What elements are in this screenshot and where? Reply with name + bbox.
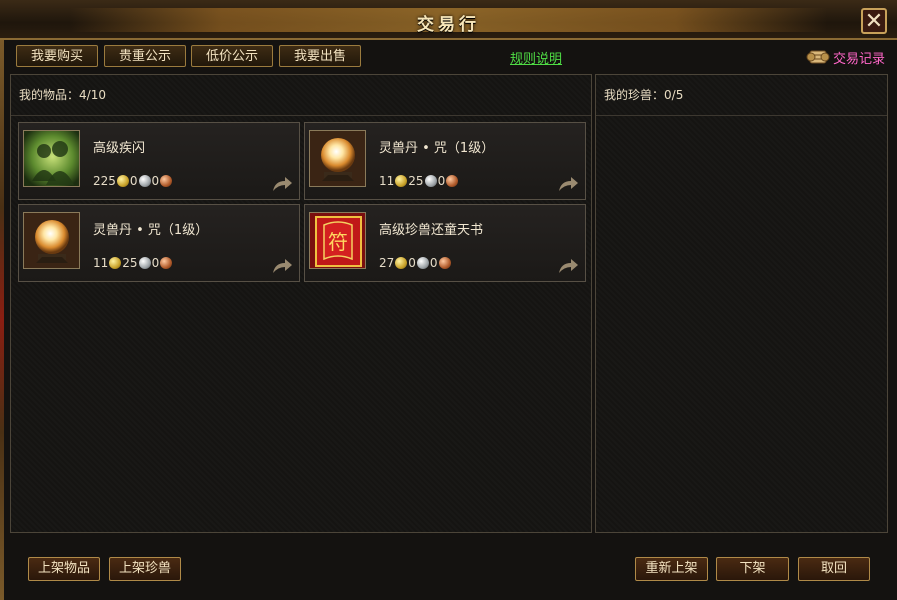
tab-sell[interactable]: 我要出售 [279,45,361,67]
gold-coin-icon [395,257,408,269]
trade-record-label: 交易记录 [832,51,885,67]
item-price: 11 25 0 [379,174,459,188]
copper-amount: 0 [151,256,160,270]
share-arrow-icon[interactable] [557,257,579,275]
tab-low-price-notice[interactable]: 低价公示 [191,45,273,67]
crystal-orb-icon [309,130,366,187]
my-items-label: 我的物品： [19,88,80,102]
share-arrow-icon[interactable] [557,175,579,193]
close-button[interactable]: ✕ [861,8,887,34]
copper-coin-icon [438,257,451,269]
crystal-orb-icon [23,212,80,269]
copper-coin-icon [160,175,173,187]
relist-button[interactable]: 重新上架 [635,557,708,581]
title-bar: 交易行 ✕ [0,0,897,40]
item-name: 灵兽丹 • 咒（1级） [93,223,209,238]
silver-coin-icon [416,257,429,269]
gold-amount: 11 [379,174,395,188]
item-slot[interactable]: 灵兽丹 • 咒（1级） 11 25 0 [304,122,586,200]
gold-coin-icon [395,175,408,187]
list-pet-button[interactable]: 上架珍兽 [109,557,181,581]
gold-amount: 225 [93,174,116,188]
tab-buy[interactable]: 我要购买 [16,45,98,67]
silver-amount: 0 [129,174,138,188]
item-slot[interactable]: 高级疾闪 225 0 0 [18,122,300,200]
copper-coin-icon [160,257,173,269]
item-name: 灵兽丹 • 咒（1级） [379,141,495,156]
silver-amount: 0 [408,256,416,270]
copper-amount: 0 [437,174,446,188]
window-title: 交易行 [417,15,480,35]
silver-amount: 25 [408,174,424,188]
copper-amount: 0 [151,174,160,188]
copper-coin-icon [446,175,459,187]
item-name: 高级珍兽还童天书 [379,223,484,238]
share-arrow-icon[interactable] [271,257,293,275]
rules-link[interactable]: 规则说明 [510,48,562,67]
side-decoration [0,40,4,600]
item-price: 27 0 0 [379,256,452,270]
item-price: 225 0 0 [93,174,173,188]
my-items-count: 4/10 [79,88,106,102]
delist-button[interactable]: 下架 [716,557,789,581]
silver-coin-icon [138,257,151,269]
speed-skill-icon [23,130,80,187]
gold-amount: 11 [93,256,109,270]
scroll-icon [806,47,830,67]
my-pets-label: 我的珍兽： [604,88,665,102]
item-slot[interactable]: 符 高级珍兽还童天书 27 0 0 [304,204,586,282]
copper-amount: 0 [429,256,438,270]
item-name: 高级疾闪 [93,141,146,156]
svg-text:符: 符 [328,230,348,254]
silver-amount: 25 [122,256,138,270]
gold-coin-icon [109,257,122,269]
item-slot[interactable]: 灵兽丹 • 咒（1级） 11 25 0 [18,204,300,282]
retrieve-button[interactable]: 取回 [798,557,870,581]
silver-coin-icon [138,175,151,187]
tab-valuable-notice[interactable]: 贵重公示 [104,45,186,67]
trade-record-button[interactable]: 交易记录 [806,46,885,68]
red-scroll-book-icon: 符 [309,212,366,269]
list-item-button[interactable]: 上架物品 [28,557,100,581]
silver-coin-icon [424,175,437,187]
my-items-panel: 我的物品：4/10 高级疾闪 225 0 0 灵兽丹 • 咒（1级） 11 25… [10,74,592,533]
my-items-header: 我的物品：4/10 [11,75,591,116]
close-icon: ✕ [864,9,884,34]
gold-coin-icon [116,175,129,187]
my-pets-panel: 我的珍兽：0/5 [595,74,888,533]
share-arrow-icon[interactable] [271,175,293,193]
my-pets-header: 我的珍兽：0/5 [596,75,887,116]
item-price: 11 25 0 [93,256,173,270]
my-pets-count: 0/5 [664,88,684,102]
gold-amount: 27 [379,256,395,270]
